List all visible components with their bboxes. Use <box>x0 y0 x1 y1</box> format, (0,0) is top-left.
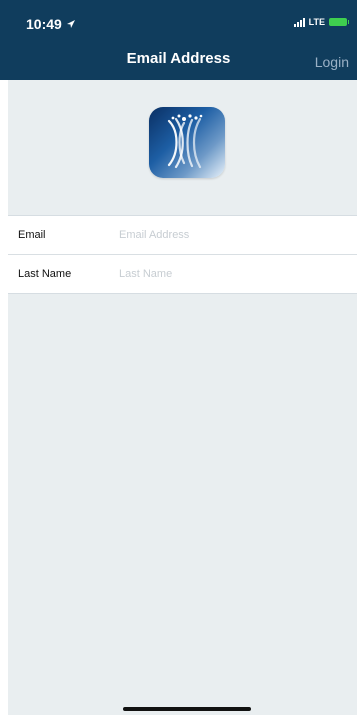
page-title: Email Address <box>126 50 231 67</box>
location-arrow-icon <box>66 20 75 28</box>
app-screen: 10:49 LTE Email Address Login Email Emai… <box>0 0 357 715</box>
battery-icon <box>329 18 349 26</box>
last-name-row: Last Name <box>8 254 357 293</box>
last-name-input[interactable] <box>117 267 341 281</box>
app-logo <box>149 107 225 178</box>
last-name-label: Last Name <box>18 268 72 280</box>
signal-icon <box>293 17 305 27</box>
email-label: Email <box>18 229 46 241</box>
home-indicator[interactable] <box>123 707 251 711</box>
login-button[interactable]: Login <box>315 54 349 70</box>
status-bar-indicators: LTE <box>293 17 349 27</box>
email-row: Email <box>8 216 357 254</box>
status-time: 10:49 <box>26 16 62 32</box>
email-input[interactable] <box>117 228 341 242</box>
top-navigation-bar: 10:49 LTE Email Address Login <box>0 0 357 80</box>
app-logo-icon <box>167 114 203 169</box>
user-form: Email Last Name <box>8 215 357 294</box>
status-bar-time-group: 10:49 <box>26 16 76 32</box>
carrier-label: LTE <box>308 17 325 27</box>
